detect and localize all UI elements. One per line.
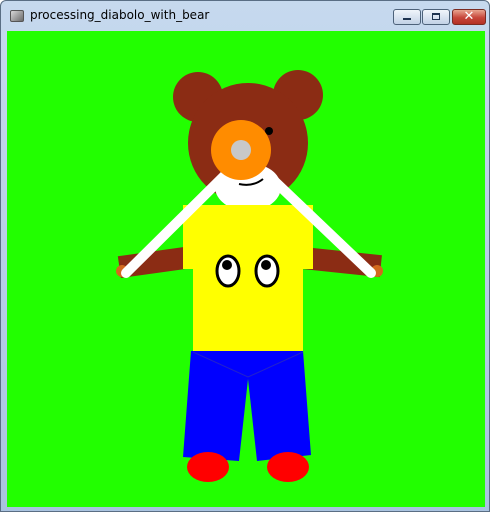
processing-app-icon[interactable] <box>10 10 24 22</box>
shirt-right-pupil <box>261 260 271 270</box>
minimize-icon <box>403 18 411 20</box>
bear-left-shoe <box>187 452 229 482</box>
bear-pants-left-leg <box>183 351 248 461</box>
diabolo-center <box>231 140 251 160</box>
title-bar[interactable]: processing_diabolo_with_bear ✕ <box>1 1 489 31</box>
app-window: processing_diabolo_with_bear ✕ <box>0 0 490 512</box>
window-title: processing_diabolo_with_bear <box>30 8 210 22</box>
bear-right-shoe <box>267 452 309 482</box>
maximize-button[interactable] <box>422 9 450 25</box>
close-icon: ✕ <box>463 9 475 24</box>
bear-pants-right-leg <box>248 351 311 461</box>
sketch-drawing <box>116 70 383 482</box>
close-button[interactable]: ✕ <box>452 9 486 25</box>
shirt-left-pupil <box>222 260 232 270</box>
sketch-canvas[interactable] <box>7 31 485 507</box>
minimize-button[interactable] <box>393 9 421 25</box>
bear-shirt <box>193 205 303 351</box>
maximize-icon <box>432 13 440 20</box>
